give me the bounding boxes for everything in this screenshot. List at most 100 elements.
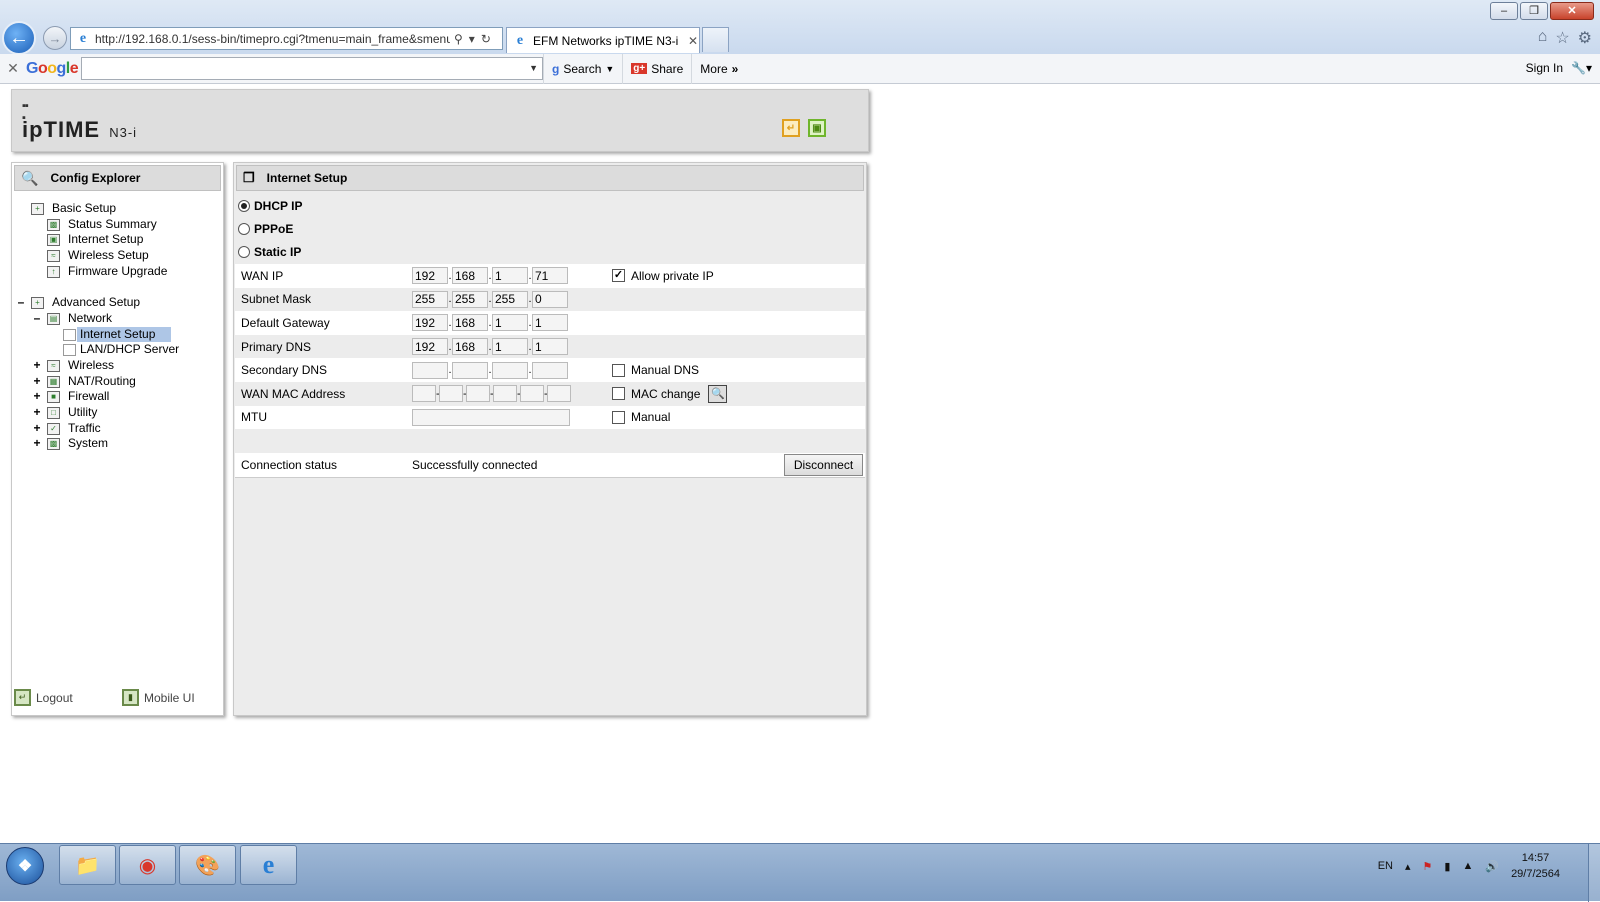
mac-change-checkbox[interactable] — [612, 387, 625, 401]
logout-icon[interactable]: ↵ — [782, 119, 800, 137]
ip-octet-input[interactable] — [532, 290, 568, 308]
ip-octet-input[interactable] — [532, 338, 568, 356]
tree-nat-routing[interactable]: + ▦ NAT/Routing — [12, 374, 223, 390]
clock[interactable]: 14:57 29/7/2564 — [1511, 850, 1560, 882]
share-button[interactable]: g+ Share — [622, 53, 691, 84]
radio-button[interactable] — [238, 222, 250, 235]
minimize-button[interactable]: – — [1490, 2, 1518, 20]
ip-octet-input[interactable] — [412, 290, 448, 308]
browser-tab[interactable]: e EFM Networks ipTIME N3-i ✕ — [506, 27, 700, 53]
more-button[interactable]: More » — [691, 53, 746, 84]
gear-icon[interactable]: ⚙ — [1578, 28, 1592, 48]
ip-octet-input[interactable] — [452, 361, 488, 379]
tree-network[interactable]: – ▤ Network — [12, 311, 223, 327]
tree-basic-setup[interactable]: + Basic Setup — [12, 201, 223, 217]
mac-search-button[interactable]: 🔍 — [708, 384, 728, 403]
taskbar-explorer[interactable]: 📁 — [59, 845, 116, 885]
toolbar-close-icon[interactable]: ✕ — [0, 60, 26, 77]
ip-octet-input[interactable] — [452, 267, 488, 285]
expand-icon[interactable]: + — [32, 358, 42, 374]
ip-octet-input[interactable] — [532, 267, 568, 285]
manual-dns-option[interactable]: Manual DNS — [612, 363, 699, 377]
mac-change-option[interactable]: MAC change 🔍 — [612, 384, 728, 403]
radio-button[interactable] — [238, 246, 250, 259]
tree-firewall[interactable]: + ■ Firewall — [12, 389, 223, 405]
taskbar-paint[interactable]: 🎨 — [179, 845, 236, 885]
expand-icon[interactable]: + — [32, 436, 42, 452]
new-tab-button[interactable] — [702, 27, 729, 52]
radio-dhcp-ip[interactable]: DHCP IP — [238, 194, 302, 217]
expand-icon[interactable]: + — [32, 389, 42, 405]
expand-icon[interactable]: + — [32, 421, 42, 437]
ip-octet-input[interactable] — [532, 314, 568, 332]
forward-button[interactable]: → — [43, 26, 67, 50]
back-button[interactable]: ← — [2, 21, 36, 55]
ip-octet-input[interactable] — [532, 361, 568, 379]
close-window-button[interactable]: ✕ — [1550, 2, 1594, 20]
google-search-input[interactable]: ▼ — [81, 57, 543, 80]
tree-advanced-setup[interactable]: – + Advanced Setup — [12, 295, 223, 311]
dropdown-arrow-icon[interactable]: ▾ — [469, 32, 475, 46]
address-text[interactable]: http://192.168.0.1/sess-bin/timepro.cgi?… — [95, 32, 450, 46]
wrench-icon[interactable]: 🔧▾ — [1571, 61, 1592, 75]
ip-octet-input[interactable] — [492, 290, 528, 308]
radio-pppoe[interactable]: PPPoE — [238, 217, 302, 240]
address-bar[interactable]: e http://192.168.0.1/sess-bin/timepro.cg… — [70, 27, 503, 50]
mobile-ui-link[interactable]: ▮ Mobile UI — [122, 689, 195, 706]
search-icon[interactable]: ⚲ — [454, 32, 463, 46]
tree-internet-setup-advanced[interactable]: Internet Setup — [12, 326, 223, 343]
ip-octet-input[interactable] — [412, 338, 448, 356]
ip-octet-input[interactable] — [452, 314, 488, 332]
manual-mtu-checkbox[interactable] — [612, 410, 625, 424]
mac-segment-input[interactable] — [520, 385, 544, 403]
taskbar-ie[interactable]: e — [240, 845, 297, 885]
tab-close-icon[interactable]: ✕ — [688, 34, 698, 48]
show-hidden-icons-icon[interactable]: ▴ — [1405, 860, 1411, 873]
tree-firmware-upgrade[interactable]: ↑ Firmware Upgrade — [12, 264, 223, 280]
restore-button[interactable]: ❐ — [1520, 2, 1548, 20]
mac-segment-input[interactable] — [439, 385, 463, 403]
mac-segment-input[interactable] — [412, 385, 436, 403]
collapse-icon[interactable]: – — [16, 295, 26, 311]
ip-octet-input[interactable] — [452, 338, 488, 356]
refresh-icon[interactable]: ↻ — [481, 32, 491, 46]
disconnect-button[interactable]: Disconnect — [784, 454, 863, 476]
manual-mtu-option[interactable]: Manual — [612, 410, 670, 424]
tree-wireless-setup[interactable]: ≈ Wireless Setup — [12, 248, 223, 264]
ip-octet-input[interactable] — [492, 361, 528, 379]
radio-button-checked[interactable] — [238, 199, 250, 212]
ip-octet-input[interactable] — [492, 267, 528, 285]
radio-static-ip[interactable]: Static IP — [238, 241, 302, 264]
ip-octet-input[interactable] — [452, 290, 488, 308]
ip-octet-input[interactable] — [492, 338, 528, 356]
show-desktop-button[interactable] — [1588, 844, 1600, 902]
tree-utility[interactable]: + □ Utility — [12, 405, 223, 421]
google-search-button[interactable]: g Search ▼ — [543, 53, 622, 84]
manual-dns-checkbox[interactable] — [612, 363, 625, 377]
mtu-input[interactable] — [412, 408, 570, 426]
logout-link[interactable]: ↵ Logout — [14, 689, 73, 706]
ip-octet-input[interactable] — [412, 361, 448, 379]
mac-segment-input[interactable] — [466, 385, 490, 403]
tree-lan-dhcp-server[interactable]: LAN/DHCP Server — [12, 342, 223, 358]
mac-segment-input[interactable] — [547, 385, 571, 403]
language-indicator[interactable]: EN — [1378, 860, 1393, 872]
mac-segment-input[interactable] — [493, 385, 517, 403]
volume-icon[interactable]: 🔊 — [1485, 860, 1499, 873]
tree-internet-setup-basic[interactable]: ▣ Internet Setup — [12, 232, 223, 248]
dropdown-arrow-icon[interactable]: ▼ — [529, 63, 538, 73]
tree-status-summary[interactable]: ▩ Status Summary — [12, 217, 223, 233]
tree-system[interactable]: + ▩ System — [12, 436, 223, 452]
favorites-star-icon[interactable]: ☆ — [1555, 28, 1569, 48]
power-icon[interactable]: ▮ — [1444, 860, 1450, 873]
tree-wireless[interactable]: + ≈ Wireless — [12, 358, 223, 374]
network-signal-icon[interactable]: ▲ — [1462, 860, 1473, 872]
ip-octet-input[interactable] — [412, 314, 448, 332]
ip-octet-input[interactable] — [412, 267, 448, 285]
start-button[interactable]: ❖ — [6, 847, 44, 885]
tree-traffic[interactable]: + ✓ Traffic — [12, 421, 223, 437]
sign-in-link[interactable]: Sign In — [1526, 61, 1563, 75]
allow-private-ip-option[interactable]: ✓ Allow private IP — [612, 269, 714, 283]
ip-octet-input[interactable] — [492, 314, 528, 332]
allow-private-ip-checkbox[interactable]: ✓ — [612, 269, 625, 283]
